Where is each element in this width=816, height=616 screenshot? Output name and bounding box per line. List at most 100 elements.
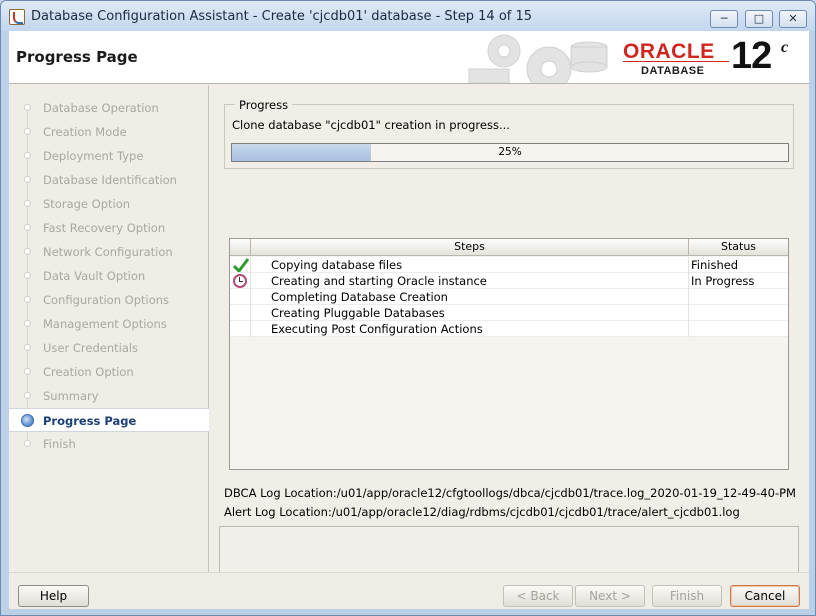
progress-legend: Progress [235, 98, 293, 112]
step-status: In Progress [691, 274, 755, 288]
version-suffix: c [781, 39, 789, 56]
step-dot-icon [24, 392, 31, 399]
dbca-log-location: DBCA Log Location:/u01/app/oracle12/cfgt… [224, 486, 796, 500]
step-dot-icon [24, 224, 31, 231]
table-row[interactable]: Creating and starting Oracle instance In… [230, 273, 788, 289]
sidebar-item-label: Summary [43, 389, 99, 403]
clock-icon [233, 274, 247, 288]
step-name: Executing Post Configuration Actions [271, 322, 483, 336]
sidebar-item-label: Storage Option [43, 197, 131, 211]
dialog-content: Progress Page ORACLE DATABASE 12 c Datab… [9, 31, 809, 609]
sidebar-item-label: Data Vault Option [43, 269, 146, 283]
cell-divider [688, 305, 689, 321]
step-status: Finished [691, 258, 739, 272]
sidebar-item-database-identification[interactable]: Database Identification [9, 168, 209, 192]
icon-column-header[interactable] [230, 239, 251, 256]
step-name: Creating Pluggable Databases [271, 306, 445, 320]
page-title: Progress Page [16, 48, 138, 66]
version-number: 12 [731, 35, 772, 77]
sidebar-item-creation-mode[interactable]: Creation Mode [9, 120, 209, 144]
title-bar[interactable]: Database Configuration Assistant - Creat… [1, 1, 815, 31]
sidebar-item-user-credentials[interactable]: User Credentials [9, 336, 209, 360]
maximize-button[interactable]: □ [745, 10, 773, 28]
close-button[interactable]: ✕ [779, 10, 807, 28]
row-icon-cell [230, 289, 251, 305]
minimize-button[interactable]: ─ [710, 10, 738, 28]
progress-message: Clone database "cjcdb01" creation in pro… [232, 118, 510, 132]
steps-table[interactable]: Steps Status Copying database files Fini… [229, 238, 789, 470]
java-app-icon [9, 9, 25, 25]
table-row[interactable]: Creating Pluggable Databases [230, 305, 788, 321]
cell-divider [688, 289, 689, 305]
sidebar-item-summary[interactable]: Summary [9, 384, 209, 408]
sidebar-item-data-vault-option[interactable]: Data Vault Option [9, 264, 209, 288]
sidebar-item-database-operation[interactable]: Database Operation [9, 96, 209, 120]
step-dot-icon [24, 104, 31, 111]
logo-divider [623, 61, 729, 62]
sidebar-item-label: Configuration Options [43, 293, 170, 307]
row-icon-cell [230, 257, 251, 273]
sidebar-item-label: Fast Recovery Option [43, 221, 166, 235]
finish-button[interactable]: Finish [652, 585, 722, 607]
wizard-steps-sidebar: Database Operation Creation Mode Deploym… [9, 85, 209, 572]
sidebar-item-label: Creation Mode [43, 125, 127, 139]
sidebar-item-network-configuration[interactable]: Network Configuration [9, 240, 209, 264]
back-button[interactable]: < Back [503, 585, 573, 607]
progress-group: Progress Clone database "cjcdb01" creati… [224, 98, 794, 169]
row-icon-cell [230, 305, 251, 321]
button-bar: Help < Back Next > Finish Cancel [9, 572, 809, 609]
status-column-header[interactable]: Status [689, 239, 788, 256]
step-dot-icon [24, 152, 31, 159]
step-dot-icon [24, 320, 31, 327]
sidebar-item-configuration-options[interactable]: Configuration Options [9, 288, 209, 312]
table-row[interactable]: Copying database files Finished [230, 257, 788, 273]
step-dot-icon [24, 368, 31, 375]
sidebar-item-deployment-type[interactable]: Deployment Type [9, 144, 209, 168]
help-button[interactable]: Help [18, 585, 89, 607]
step-name: Copying database files [271, 258, 403, 272]
step-name: Creating and starting Oracle instance [271, 274, 487, 288]
sidebar-item-label: Management Options [43, 317, 167, 331]
step-dot-icon [24, 296, 31, 303]
sidebar-item-label: Database Operation [43, 101, 159, 115]
sidebar-item-progress-page[interactable]: Progress Page [9, 408, 209, 432]
sidebar-item-management-options[interactable]: Management Options [9, 312, 209, 336]
table-row[interactable]: Completing Database Creation [230, 289, 788, 305]
dbca-window: Database Configuration Assistant - Creat… [0, 0, 816, 616]
sidebar-item-label: Progress Page [43, 414, 137, 428]
cell-divider [688, 273, 689, 289]
window-title: Database Configuration Assistant - Creat… [31, 9, 533, 24]
steps-column-header[interactable]: Steps [251, 239, 689, 256]
sidebar-item-finish[interactable]: Finish [9, 432, 209, 456]
main-panel: Progress Clone database "cjcdb01" creati… [210, 85, 809, 603]
progress-bar: 25% [231, 143, 789, 162]
sidebar-item-creation-option[interactable]: Creation Option [9, 360, 209, 384]
check-icon [233, 258, 249, 272]
sidebar-item-fast-recovery-option[interactable]: Fast Recovery Option [9, 216, 209, 240]
table-row[interactable]: Executing Post Configuration Actions [230, 321, 788, 337]
progress-percent: 25% [498, 146, 522, 158]
step-dot-icon [24, 344, 31, 351]
sidebar-item-label: User Credentials [43, 341, 139, 355]
cancel-button[interactable]: Cancel [730, 585, 800, 607]
step-name: Completing Database Creation [271, 290, 448, 304]
cell-divider [688, 321, 689, 337]
current-step-icon [21, 414, 34, 427]
sidebar-item-label: Database Identification [43, 173, 177, 187]
sidebar-item-label: Creation Option [43, 365, 134, 379]
oracle-logo-subtitle: DATABASE [641, 65, 705, 77]
sidebar-item-label: Deployment Type [43, 149, 144, 163]
sidebar-item-label: Network Configuration [43, 245, 173, 259]
step-dot-icon [24, 440, 31, 447]
step-dot-icon [24, 200, 31, 207]
alert-log-location: Alert Log Location:/u01/app/oracle12/dia… [224, 505, 740, 519]
sidebar-item-label: Finish [43, 437, 76, 451]
sidebar-item-storage-option[interactable]: Storage Option [9, 192, 209, 216]
next-button[interactable]: Next > [575, 585, 645, 607]
row-icon-cell [230, 321, 251, 337]
step-dot-icon [24, 248, 31, 255]
gears-decoration-icon [468, 34, 608, 83]
step-dot-icon [24, 272, 31, 279]
step-dot-icon [24, 128, 31, 135]
page-header: Progress Page ORACLE DATABASE 12 c [9, 31, 809, 84]
